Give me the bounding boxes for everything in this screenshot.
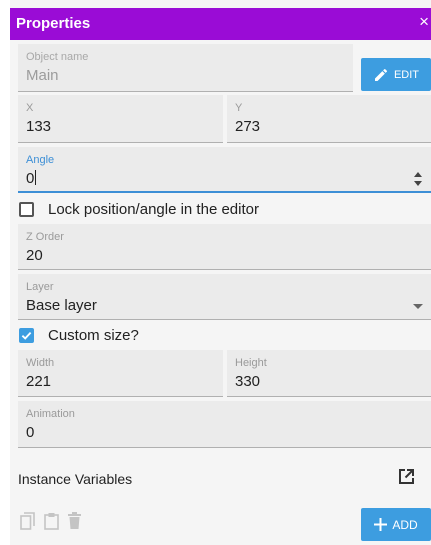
open-in-new-icon[interactable] — [398, 468, 415, 485]
y-label: Y — [235, 102, 243, 114]
close-icon[interactable]: × — [419, 13, 429, 30]
height-label: Height — [235, 357, 267, 369]
checkmark-icon — [21, 331, 32, 340]
add-button[interactable]: ADD — [361, 508, 431, 541]
animation-field[interactable]: Animation 0 — [18, 401, 431, 448]
lock-row: Lock position/angle in the editor — [10, 196, 431, 224]
height-field[interactable]: Height 330 — [227, 350, 431, 397]
object-name-value: Main — [26, 67, 59, 84]
edit-button-label: EDIT — [393, 68, 420, 81]
number-spinner-icon[interactable] — [414, 172, 422, 186]
panel-title: Properties — [16, 15, 91, 32]
angle-value: 0 — [26, 170, 35, 187]
z-order-value: 20 — [26, 247, 43, 264]
width-value: 221 — [26, 373, 52, 390]
y-value: 273 — [235, 118, 261, 135]
x-field[interactable]: X 133 — [18, 95, 223, 143]
bottom-toolbar — [20, 512, 81, 535]
z-order-field[interactable]: Z Order 20 — [18, 224, 431, 270]
plus-icon — [374, 518, 388, 531]
properties-panel: Properties × Object name Main EDIT X 133… — [10, 0, 431, 545]
pencil-icon — [374, 68, 387, 81]
layer-label: Layer — [26, 281, 54, 293]
add-button-label: ADD — [392, 517, 418, 532]
paste-icon[interactable] — [44, 512, 59, 535]
width-field[interactable]: Width 221 — [18, 350, 223, 397]
panel-title-bar: Properties × — [10, 8, 431, 40]
text-caret — [35, 170, 37, 185]
object-name-field: Object name Main — [18, 44, 353, 92]
x-value: 133 — [26, 118, 52, 135]
angle-field[interactable]: Angle 0 — [18, 147, 431, 193]
custom-size-label: Custom size? — [48, 327, 139, 344]
custom-size-checkbox[interactable] — [19, 328, 34, 343]
width-label: Width — [26, 357, 55, 369]
y-field[interactable]: Y 273 — [227, 95, 431, 143]
layer-value: Base layer — [26, 297, 97, 314]
animation-label: Animation — [26, 408, 75, 420]
edit-button[interactable]: EDIT — [361, 58, 431, 91]
lock-label: Lock position/angle in the editor — [48, 201, 259, 218]
x-label: X — [26, 102, 34, 114]
dropdown-arrow-icon — [413, 304, 423, 309]
animation-value: 0 — [26, 424, 35, 441]
angle-label: Angle — [26, 154, 55, 166]
custom-size-row: Custom size? — [10, 322, 431, 350]
object-name-label: Object name — [26, 51, 89, 63]
layer-select[interactable]: Layer Base layer — [18, 274, 431, 320]
instance-variables-label: Instance Variables — [18, 471, 133, 487]
z-order-label: Z Order — [26, 231, 64, 243]
copy-icon[interactable] — [20, 512, 35, 535]
height-value: 330 — [235, 373, 261, 390]
lock-checkbox[interactable] — [19, 202, 34, 217]
delete-icon[interactable] — [68, 512, 81, 535]
